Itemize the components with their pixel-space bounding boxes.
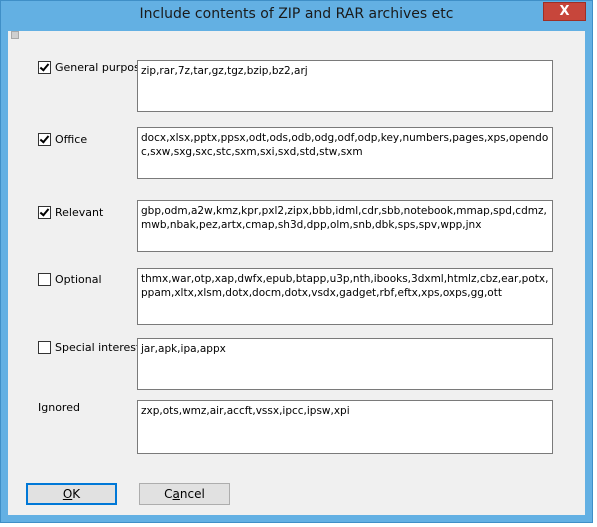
cancel-button[interactable]: Cancel [139,483,230,505]
ignored-label: Ignored [38,401,80,414]
relevant-checkbox[interactable]: Relevant [38,205,103,219]
checkbox-box[interactable] [38,340,51,354]
title-bar[interactable]: Include contents of ZIP and RAR archives… [1,1,592,31]
checkbox-box[interactable] [38,272,51,286]
optional-extensions-field[interactable]: thmx,war,otp,xap,dwfx,epub,btapp,u3p,nth… [137,268,553,325]
office-checkbox[interactable]: Office [38,132,87,146]
relevant-extensions-field[interactable]: gbp,odm,a2w,kmz,kpr,pxl2,zipx,bbb,idml,c… [137,200,553,252]
optional-checkbox[interactable]: Optional [38,272,102,286]
cancel-label-rest: ncel [179,487,205,501]
ok-label-rest: K [72,487,81,501]
cancel-accelerator: a [172,487,180,501]
special-interest-extensions-field[interactable]: jar,apk,ipa,appx [137,338,553,390]
special-interest-checkbox[interactable]: Special interest [38,340,140,354]
ignored-extensions-field[interactable]: zxp,ots,wmz,air,accft,vssx,ipcc,ipsw,xpi [137,400,553,454]
special-interest-label: Special interest [55,340,141,354]
dialog-window: Include contents of ZIP and RAR archives… [0,0,593,523]
checkbox-box[interactable] [38,132,51,146]
resize-grip-icon[interactable] [11,31,19,39]
optional-label: Optional [55,272,102,286]
checkbox-box[interactable] [38,60,51,74]
relevant-label: Relevant [55,205,104,219]
office-label: Office [55,132,88,146]
ok-button[interactable]: OK [26,483,117,505]
close-button[interactable]: X [543,2,586,21]
general-purpose-extensions-field[interactable]: zip,rar,7z,tar,gz,tgz,bzip,bz2,arj [137,60,553,112]
office-extensions-field[interactable]: docx,xlsx,pptx,ppsx,odt,ods,odb,odg,odf,… [137,127,553,179]
general-purpose-checkbox[interactable]: General purpose [38,60,147,74]
window-title: Include contents of ZIP and RAR archives… [139,6,454,22]
dialog-client-area: General purpose zip,rar,7z,tar,gz,tgz,bz… [8,31,585,515]
checkbox-box[interactable] [38,205,51,219]
cancel-label-start: C [164,487,173,501]
ok-accelerator: O [62,487,73,501]
general-purpose-label: General purpose [55,60,147,74]
